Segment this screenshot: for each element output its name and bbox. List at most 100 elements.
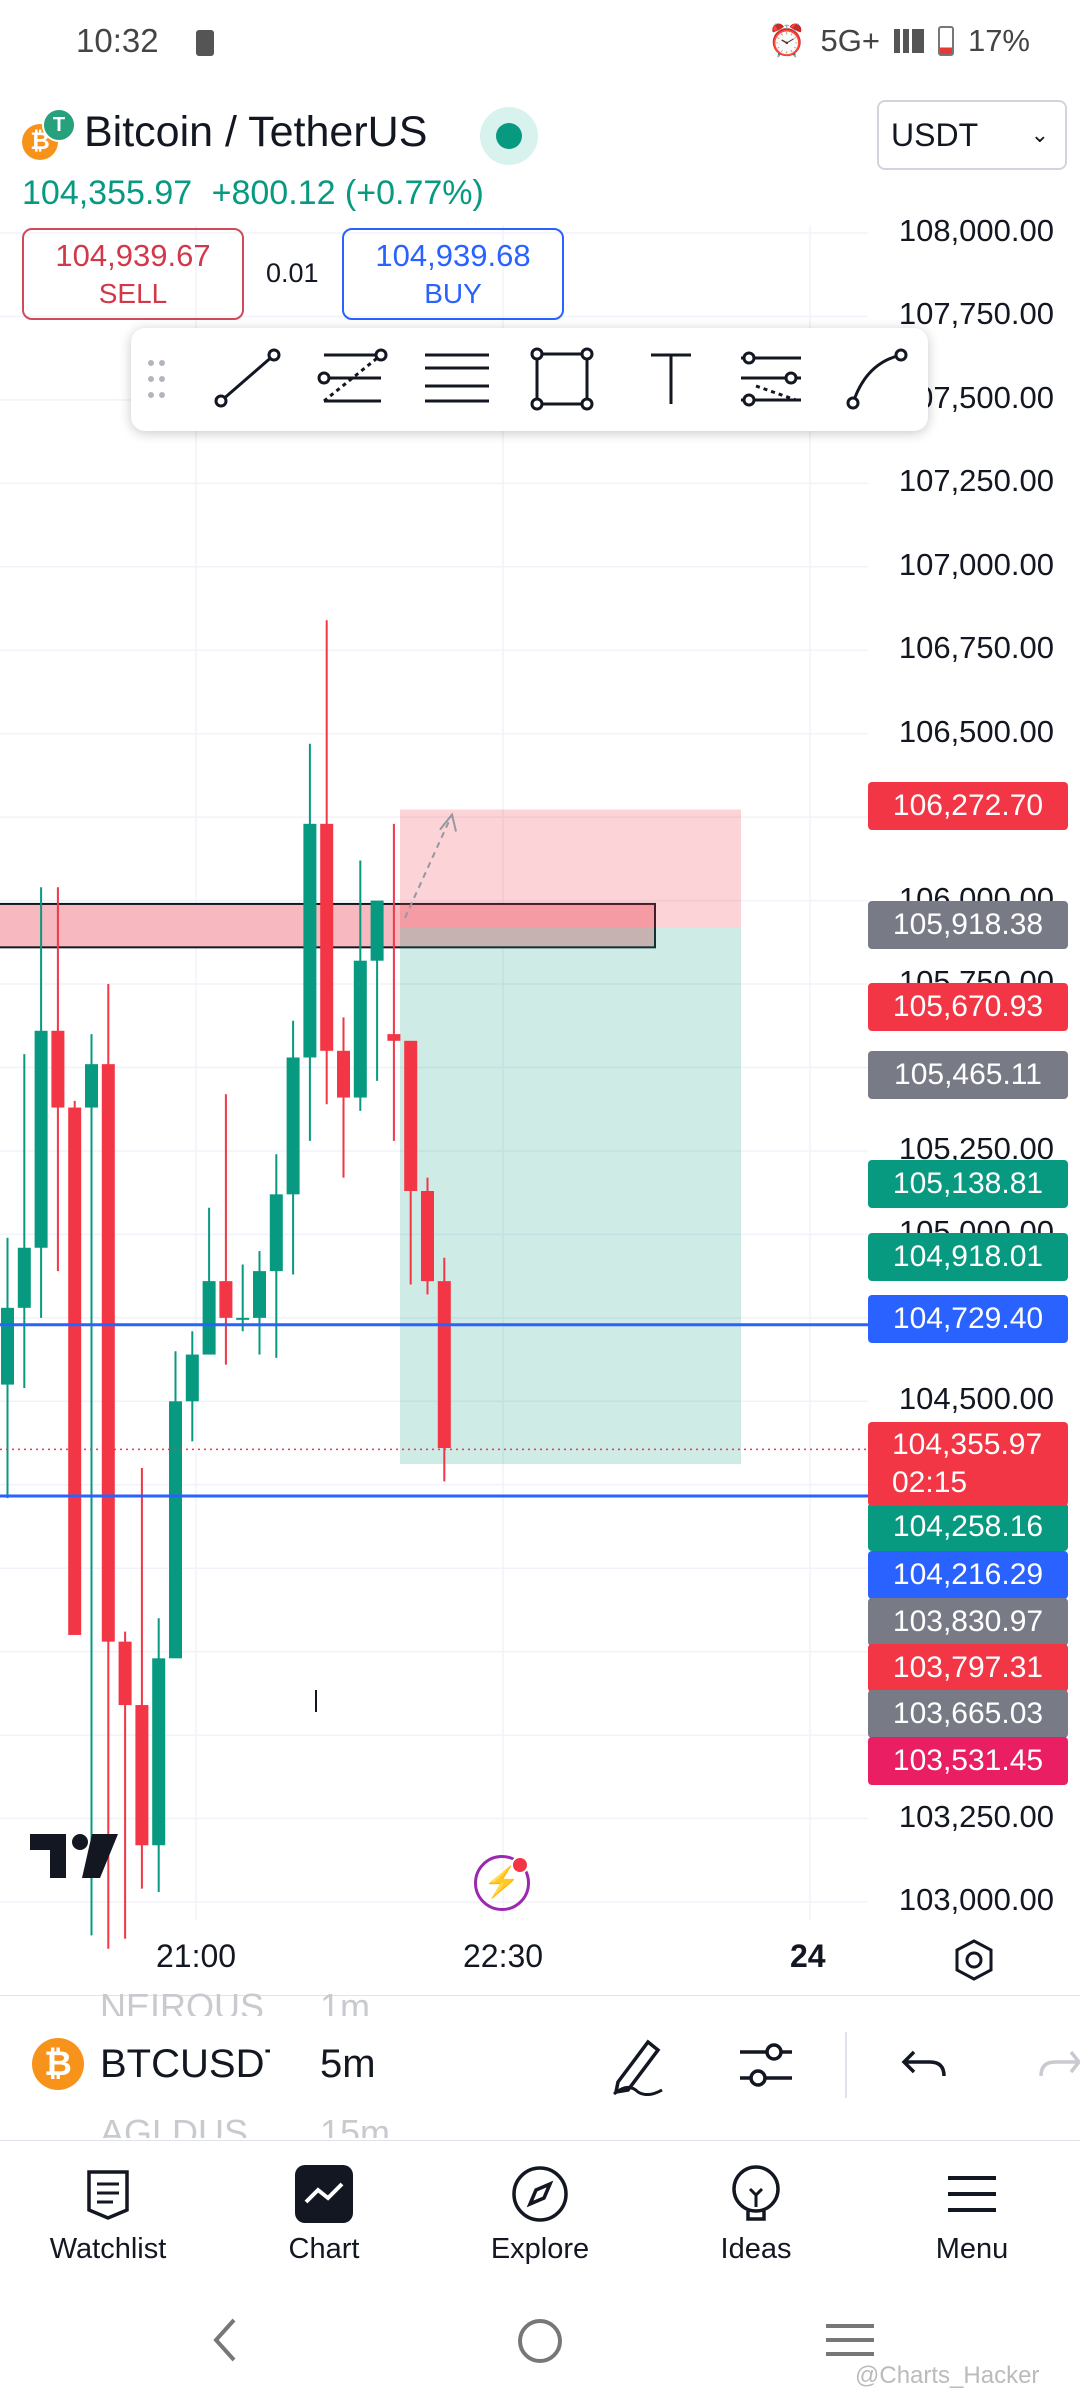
chevron-down-icon: ⌄	[1030, 122, 1049, 147]
price-tag: 103,665.03	[868, 1690, 1068, 1738]
candle-body[interactable]	[404, 1040, 418, 1192]
candle-body[interactable]	[17, 1247, 31, 1308]
short-stop-zone[interactable]	[400, 809, 741, 928]
indicators-button[interactable]	[736, 2040, 796, 2097]
short-target-zone[interactable]	[400, 927, 741, 1465]
drawing-tools-button[interactable]	[608, 2032, 668, 2101]
nav-chart-label: Chart	[288, 2233, 360, 2265]
nav-ideas[interactable]: Ideas	[648, 2141, 864, 2281]
symbol-button[interactable]: BTCUSDT	[100, 2042, 270, 2087]
prev-symbol[interactable]: NEIROUS	[100, 1986, 264, 2016]
system-navigation: @Charts_Hacker	[0, 2282, 1080, 2400]
nav-watchlist-label: Watchlist	[49, 2233, 167, 2265]
divider	[845, 2032, 847, 2098]
candle-body[interactable]	[269, 1194, 283, 1272]
replay-lightning-icon[interactable]: ⚡	[474, 1855, 530, 1911]
price-tag: 105,670.93	[868, 983, 1068, 1031]
price-axis-label: 104,500.00	[898, 1381, 1054, 1417]
home-icon[interactable]	[515, 2316, 565, 2366]
watermark: @Charts_Hacker	[855, 2362, 1040, 2389]
nav-chart[interactable]: Chart	[216, 2141, 432, 2281]
bar-countdown: 02:15	[892, 1466, 968, 1499]
price-axis-label: 107,250.00	[898, 463, 1054, 499]
sell-button[interactable]: 104,939.67 SELL	[22, 228, 244, 320]
buy-label: BUY	[424, 278, 482, 309]
undo-icon[interactable]	[900, 2044, 950, 2089]
price-tag: 106,272.70	[868, 782, 1068, 830]
buy-button[interactable]: 104,939.68 BUY	[342, 228, 564, 320]
currency-value: USDT	[891, 116, 979, 153]
candle-body[interactable]	[320, 823, 334, 1051]
candle-body[interactable]	[219, 1281, 233, 1318]
recents-icon[interactable]	[824, 2320, 876, 2362]
drawing-toolbar	[131, 328, 928, 431]
tether-logo-icon: T	[42, 108, 76, 142]
candle-body[interactable]	[370, 900, 384, 961]
price-tag: 105,138.81	[868, 1160, 1068, 1208]
candle-body[interactable]	[135, 1705, 149, 1846]
candle-body[interactable]	[51, 1030, 65, 1108]
chart-settings-icon[interactable]	[952, 1938, 996, 1987]
path-icon[interactable]	[846, 348, 908, 410]
candle-body[interactable]	[421, 1191, 434, 1282]
candle-body[interactable]	[337, 1050, 350, 1098]
nav-explore[interactable]: Explore	[432, 2141, 648, 2281]
candle-body[interactable]	[152, 1658, 166, 1846]
price-tag: 104,258.16	[868, 1503, 1068, 1551]
nav-menu[interactable]: Menu	[864, 2141, 1080, 2281]
candle-body[interactable]	[253, 1271, 266, 1318]
drag-handle-icon[interactable]	[148, 360, 165, 398]
sell-label: SELL	[98, 278, 168, 309]
candle-body[interactable]	[286, 1057, 300, 1195]
candle-body[interactable]	[353, 960, 367, 1098]
symbol-title[interactable]: Bitcoin / TetherUS	[84, 108, 427, 157]
candle-body[interactable]	[1, 1307, 14, 1385]
chart-icon	[295, 2165, 353, 2223]
back-icon[interactable]	[210, 2316, 240, 2364]
trend-line-icon[interactable]	[214, 348, 281, 408]
price-tag: 105,465.11	[868, 1051, 1068, 1099]
candle-body[interactable]	[68, 1107, 82, 1635]
candle-body[interactable]	[34, 1030, 48, 1248]
candle-body[interactable]	[118, 1641, 132, 1706]
price-tag: 103,830.97	[868, 1598, 1068, 1646]
candle-body[interactable]	[169, 1401, 182, 1659]
pitchfork-icon[interactable]	[741, 351, 801, 407]
candle-body[interactable]	[387, 1034, 401, 1041]
market-open-indicator	[480, 107, 538, 165]
menu-icon	[948, 2176, 996, 2212]
nav-ideas-label: Ideas	[720, 2233, 792, 2265]
parallel-channel-icon[interactable]	[425, 353, 489, 403]
last-price-tag: 104,355.97 02:15	[868, 1422, 1068, 1506]
tradingview-logo	[30, 1834, 118, 1887]
notification-dot	[511, 1856, 529, 1874]
price-axis-label: 107,000.00	[898, 546, 1054, 582]
candle-body[interactable]	[101, 1064, 115, 1642]
price-change: +800.12 (+0.77%)	[211, 174, 484, 212]
prev-interval[interactable]: 1m	[320, 1986, 370, 2016]
interval-button[interactable]: 5m	[320, 2042, 376, 2087]
candle-body[interactable]	[236, 1317, 250, 1320]
candle-body[interactable]	[303, 823, 317, 1058]
candle-body[interactable]	[85, 1064, 98, 1108]
next-symbol[interactable]: AGLDUS	[100, 2112, 248, 2138]
text-icon[interactable]	[651, 353, 691, 404]
rectangle-icon[interactable]	[530, 347, 594, 411]
candle-body[interactable]	[185, 1354, 199, 1402]
redo-icon[interactable]	[1035, 2044, 1080, 2089]
watchlist-icon	[87, 2170, 129, 2220]
last-price: 104,355.97	[22, 174, 193, 212]
price-tag: 104,216.29	[868, 1551, 1068, 1599]
time-label-24: 24	[790, 1938, 826, 1974]
fib-retracement-icon[interactable]	[317, 348, 388, 403]
price-axis-label: 103,000.00	[898, 1882, 1054, 1917]
candle-body[interactable]	[202, 1281, 216, 1355]
time-label-21: 21:00	[156, 1938, 237, 1974]
bitcoin-icon: ₿	[32, 2038, 84, 2090]
nav-watchlist[interactable]: Watchlist	[0, 2141, 216, 2281]
next-interval[interactable]: 15m	[320, 2112, 390, 2138]
candle-body[interactable]	[437, 1281, 451, 1449]
order-quantity[interactable]: 0.01	[266, 258, 319, 289]
time-label-2230: 22:30	[463, 1938, 544, 1974]
currency-select[interactable]: USDT ⌄	[877, 100, 1067, 170]
